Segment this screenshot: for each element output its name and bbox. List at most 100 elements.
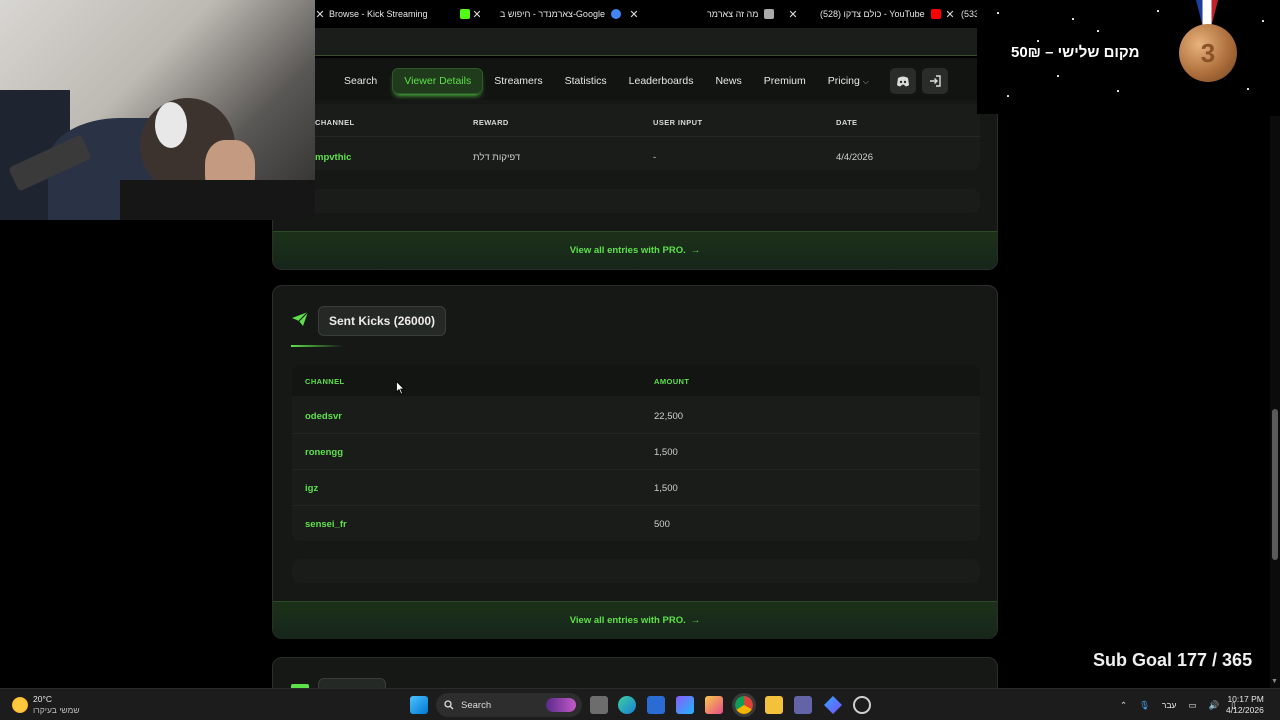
page-favicon-icon (764, 9, 775, 19)
scrollbar-thumb[interactable] (1272, 409, 1278, 560)
copilot-icon[interactable] (676, 696, 694, 714)
tab-title: (528) כולם צדקו - YouTube (820, 9, 925, 19)
clock[interactable]: 10:17 PM 4/12/2026 (1226, 689, 1264, 720)
network-icon[interactable]: ▭ (1189, 700, 1197, 711)
tab-title: מה זה צארמר (707, 9, 759, 19)
rewards-table: CHANNEL REWARD USER INPUT DATE mpvthic ד… (292, 104, 980, 170)
login-button[interactable] (921, 68, 948, 94)
search-icon (444, 700, 454, 710)
close-icon[interactable]: ✕ (470, 8, 484, 21)
teams-icon[interactable] (794, 696, 812, 714)
kick-row-amount: 22,500 (654, 411, 684, 422)
youtube-favicon-icon (930, 9, 941, 19)
table-pagination (292, 559, 980, 583)
sub-goal-overlay: Sub Goal 177 / 365 (1093, 650, 1253, 670)
webcam-overlay (0, 0, 315, 220)
discord-icon (896, 76, 909, 86)
reward-row-user-input: - (653, 152, 657, 163)
nav-statistics[interactable]: Statistics (554, 69, 618, 93)
weather-sun-icon (12, 697, 28, 713)
nav-premium[interactable]: Premium (753, 69, 817, 93)
kick-favicon-icon (459, 9, 470, 19)
arrow-right-icon: → (690, 245, 701, 256)
medal-number: 3 (1200, 37, 1216, 68)
login-icon (929, 75, 941, 87)
site-header-band (315, 28, 977, 56)
kick-row-channel[interactable]: ronengg (305, 447, 343, 458)
close-icon[interactable]: ✕ (627, 8, 641, 21)
prize-overlay: מקום שלישי – 50₪ 3 (977, 0, 1280, 114)
weather-widget[interactable]: 20°C שמשי בעיקרו (12, 689, 80, 720)
weather-temp: 20°C (33, 694, 52, 704)
nav-streamers[interactable]: Streamers (483, 69, 553, 93)
chevron-down-icon: ⌵ (862, 77, 869, 86)
view-all-pro-label: View all entries with PRO. (569, 245, 686, 256)
kick-row-amount: 1,500 (654, 483, 678, 494)
file-explorer-icon[interactable] (765, 696, 783, 714)
windows-taskbar: 20°C שמשי בעיקרו Search ⌃ 🎙 עבר ▭ 🔊 ▯ 10… (0, 688, 1280, 720)
column-header-channel: CHANNEL (315, 118, 355, 127)
search-highlight-icon (546, 698, 576, 712)
tab-kick[interactable]: ✕ Browse - Kick Streaming (313, 0, 476, 28)
tab-youtube[interactable]: ✕ (528) כולם צדקו - YouTube (786, 0, 947, 28)
sent-kicks-card: Sent Kicks (26000) CHANNEL AMOUNT odedsv… (272, 285, 998, 639)
kick-row-channel[interactable]: odedsvr (305, 411, 342, 422)
table-pagination (292, 189, 980, 213)
kick-row-channel[interactable]: igz (305, 483, 318, 494)
site-nav: Search Viewer Details Streamers Statisti… (315, 58, 977, 104)
nav-leaderboards[interactable]: Leaderboards (618, 69, 705, 93)
chevron-up-icon[interactable]: ⌃ (1120, 700, 1127, 711)
clock-date: 4/12/2026 (1226, 705, 1264, 715)
windows-start-icon[interactable] (410, 696, 428, 714)
column-header-amount: AMOUNT (654, 377, 690, 386)
microphone-icon[interactable]: 🎙 (1139, 700, 1150, 711)
kick-row-amount: 500 (654, 519, 670, 530)
sent-kicks-title: Sent Kicks (26000) (318, 306, 447, 336)
volume-icon[interactable]: 🔊 (1209, 700, 1220, 711)
chrome-icon[interactable] (732, 693, 756, 717)
column-header-channel: CHANNEL (305, 377, 345, 386)
column-header-reward: REWARD (473, 118, 509, 127)
arrow-right-icon: → (690, 615, 701, 626)
tab-title: צארמנדר - חיפוש ב-Google (500, 9, 605, 19)
nav-search[interactable]: Search (333, 69, 388, 93)
column-header-user-input: USER INPUT (653, 118, 703, 127)
headphones (155, 102, 187, 148)
kick-row-channel[interactable]: sensei_fr (305, 519, 347, 530)
view-all-pro-link[interactable]: View all entries with PRO. → (273, 601, 997, 639)
column-header-date: DATE (836, 118, 858, 127)
kick-row-amount: 1,500 (654, 447, 678, 458)
nav-viewer-details[interactable]: Viewer Details (392, 68, 484, 94)
settings-icon[interactable] (853, 696, 871, 714)
discord-button[interactable] (889, 68, 916, 94)
close-icon[interactable]: ✕ (313, 8, 327, 21)
view-all-pro-link[interactable]: View all entries with PRO. → (273, 231, 997, 269)
bronze-medal-icon: 3 (1179, 24, 1237, 82)
page-scrollbar[interactable]: ▼ (1270, 116, 1280, 688)
view-all-pro-label: View all entries with PRO. (569, 615, 686, 626)
screen: ✕ Browse - Kick Streaming ✕ צארמנדר - חי… (0, 0, 1280, 720)
prize-text: מקום שלישי – 50₪ (1011, 44, 1140, 61)
nav-pricing[interactable]: Pricing ⌵ (817, 69, 880, 93)
google-favicon-icon (610, 9, 621, 19)
clock-time: 10:17 PM (1227, 694, 1264, 704)
tab-google[interactable]: ✕ צארמנדר - חיפוש ב-Google (470, 0, 627, 28)
store-icon[interactable] (647, 696, 665, 714)
language-indicator[interactable]: עבר (1162, 700, 1177, 710)
tab-what-is[interactable]: ✕ מה זה צארמר (627, 0, 780, 28)
streamer-shirt (120, 180, 315, 220)
close-icon[interactable]: ✕ (943, 8, 957, 21)
taskbar-search[interactable]: Search (436, 693, 582, 717)
reward-row-channel[interactable]: mpvthic (315, 152, 351, 163)
close-icon[interactable]: ✕ (786, 8, 800, 21)
office-icon[interactable] (705, 696, 723, 714)
task-view-icon[interactable] (590, 696, 608, 714)
weather-desc: שמשי בעיקרו (33, 705, 80, 715)
scroll-down-icon[interactable]: ▼ (1271, 678, 1278, 685)
app-icon[interactable] (824, 696, 842, 714)
edge-icon[interactable] (618, 696, 636, 714)
nav-news[interactable]: News (704, 69, 752, 93)
taskbar-search-label: Search (461, 699, 492, 711)
tab-partial[interactable]: ✕ (533 (943, 0, 979, 28)
reward-row-reward: דפיקות דלת (473, 152, 521, 163)
